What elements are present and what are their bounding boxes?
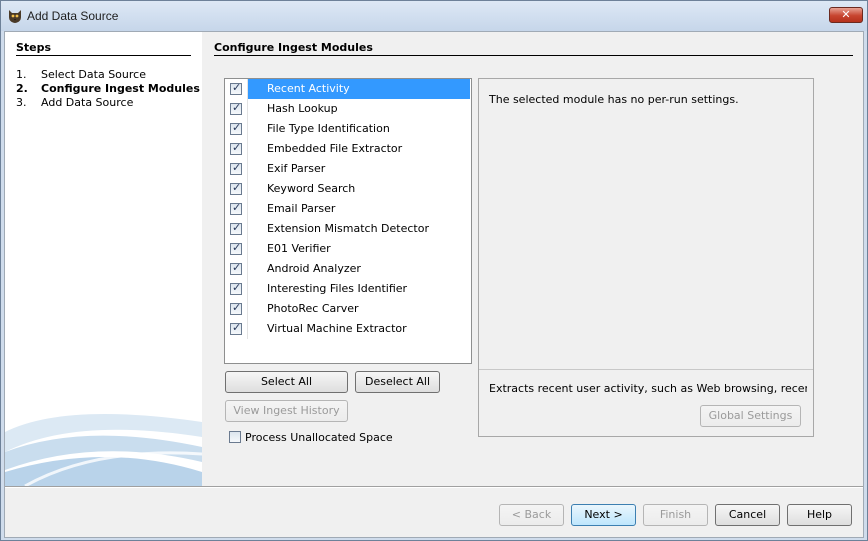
add-data-source-window: Add Data Source ✕ Steps 1. Select Data So… (0, 0, 868, 541)
step-label: Configure Ingest Modules (41, 82, 200, 95)
back-button[interactable]: < Back (499, 504, 564, 526)
module-checkbox[interactable] (230, 121, 242, 135)
next-button[interactable]: Next > (571, 504, 636, 526)
step-number: 1. (16, 68, 27, 81)
module-checkbox[interactable] (230, 181, 242, 195)
step-item: 3. Add Data Source (16, 96, 133, 109)
section-divider (214, 55, 853, 56)
steps-heading: Steps (16, 41, 52, 54)
step-item: 1. Select Data Source (16, 68, 146, 81)
module-label: PhotoRec Carver (267, 302, 359, 315)
module-label: Virtual Machine Extractor (267, 322, 407, 335)
finish-button[interactable]: Finish (643, 504, 708, 526)
steps-divider (16, 55, 191, 56)
module-label: File Type Identification (267, 122, 390, 135)
process-unallocated-checkbox[interactable] (229, 431, 241, 443)
module-row[interactable]: File Type Identification (226, 119, 470, 139)
module-label: Exif Parser (267, 162, 326, 175)
step-label: Select Data Source (41, 68, 146, 81)
select-all-button[interactable]: Select All (225, 371, 348, 393)
module-row[interactable]: E01 Verifier (226, 239, 470, 259)
module-row[interactable]: Hash Lookup (226, 99, 470, 119)
module-settings-panel: The selected module has no per-run setti… (478, 78, 814, 437)
steps-panel: Steps 1. Select Data Source 2. Configure I… (5, 32, 202, 486)
step-number: 2. (16, 82, 28, 95)
module-row[interactable]: Extension Mismatch Detector (226, 219, 470, 239)
module-row[interactable]: Embedded File Extractor (226, 139, 470, 159)
step-item-active: 2. Configure Ingest Modules (16, 82, 200, 95)
footer-divider-highlight (5, 487, 863, 488)
module-checkbox[interactable] (230, 241, 242, 255)
window-title: Add Data Source (27, 9, 119, 23)
module-description: Extracts recent user activity, such as W… (489, 382, 807, 395)
module-label: Android Analyzer (267, 262, 361, 275)
page-title: Configure Ingest Modules (214, 41, 373, 54)
module-checkbox[interactable] (230, 81, 242, 95)
module-checkbox[interactable] (230, 141, 242, 155)
module-checkbox[interactable] (230, 101, 242, 115)
view-ingest-history-button[interactable]: View Ingest History (225, 400, 348, 422)
step-number: 3. (16, 96, 27, 109)
module-checkbox[interactable] (230, 201, 242, 215)
deselect-all-button[interactable]: Deselect All (355, 371, 440, 393)
module-row[interactable]: Interesting Files Identifier (226, 279, 470, 299)
module-row[interactable]: PhotoRec Carver (226, 299, 470, 319)
module-label: Extension Mismatch Detector (267, 222, 429, 235)
module-checkbox[interactable] (230, 321, 242, 335)
module-checkbox[interactable] (230, 261, 242, 275)
title-bar[interactable]: Add Data Source ✕ (1, 1, 867, 31)
module-checkbox[interactable] (230, 161, 242, 175)
module-row[interactable]: Virtual Machine Extractor (226, 319, 470, 339)
module-row[interactable]: Keyword Search (226, 179, 470, 199)
module-label: Email Parser (267, 202, 336, 215)
step-label: Add Data Source (41, 96, 134, 109)
module-row[interactable]: Exif Parser (226, 159, 470, 179)
module-row[interactable]: Email Parser (226, 199, 470, 219)
module-label: Embedded File Extractor (267, 142, 403, 155)
module-label: E01 Verifier (267, 242, 331, 255)
settings-divider (479, 369, 813, 370)
cancel-button[interactable]: Cancel (715, 504, 780, 526)
module-checkbox[interactable] (230, 221, 242, 235)
close-button[interactable]: ✕ (829, 7, 863, 23)
ingest-module-list[interactable]: Recent Activity Hash Lookup File Type Id… (224, 78, 472, 364)
module-row[interactable]: Android Analyzer (226, 259, 470, 279)
module-label: Recent Activity (248, 79, 470, 99)
module-checkbox[interactable] (230, 301, 242, 315)
dialog-body: Steps 1. Select Data Source 2. Configure I… (4, 31, 864, 538)
module-label: Keyword Search (267, 182, 356, 195)
module-label: Interesting Files Identifier (267, 282, 408, 295)
module-row[interactable]: Recent Activity (226, 79, 470, 99)
decorative-swoosh-graphic (5, 414, 202, 486)
app-logo-icon (7, 8, 23, 24)
process-unallocated-label: Process Unallocated Space (245, 431, 393, 444)
module-checkbox[interactable] (230, 281, 242, 295)
global-settings-button[interactable]: Global Settings (700, 405, 801, 427)
settings-message: The selected module has no per-run setti… (489, 93, 739, 106)
module-label: Hash Lookup (267, 102, 338, 115)
process-unallocated-option[interactable]: Process Unallocated Space (229, 429, 393, 444)
help-button[interactable]: Help (787, 504, 852, 526)
